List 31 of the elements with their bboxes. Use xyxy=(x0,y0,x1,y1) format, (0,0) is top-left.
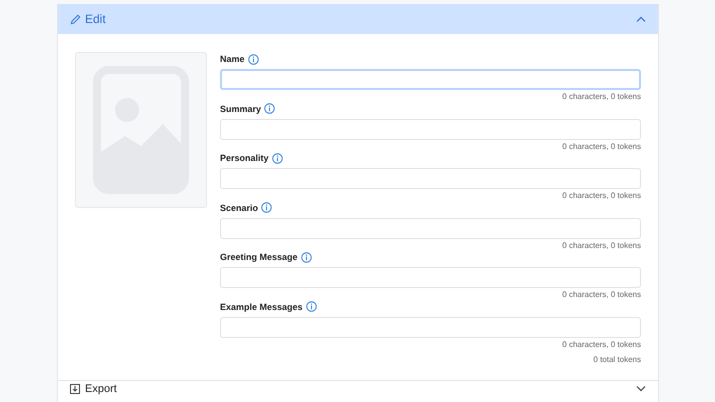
counter-text: 0 characters, 0 tokens xyxy=(562,191,641,200)
text-field[interactable] xyxy=(220,316,641,338)
field-label: Name xyxy=(220,54,245,64)
field-label: Personality xyxy=(220,153,269,163)
edit-section-header[interactable]: Edit xyxy=(58,4,658,34)
counter-text: 0 characters, 0 tokens xyxy=(562,142,641,150)
info-icon[interactable] xyxy=(248,54,259,64)
info-icon[interactable] xyxy=(264,103,276,114)
section-title[interactable]: Export xyxy=(85,383,631,395)
info-icon[interactable] xyxy=(272,152,283,164)
export-icon xyxy=(70,384,80,394)
total-tokens-text: 0 total tokens xyxy=(593,355,641,364)
field-label: Example Messages xyxy=(220,302,303,312)
counter-text: 0 characters, 0 tokens xyxy=(562,340,641,348)
text-field[interactable] xyxy=(220,69,641,90)
text-field[interactable] xyxy=(220,168,641,189)
counter-text: 0 characters, 0 tokens xyxy=(562,290,641,299)
text-field[interactable] xyxy=(220,218,641,238)
field-label: Summary xyxy=(220,104,262,114)
field-label: Scenario xyxy=(220,202,258,212)
counter-text: 0 characters, 0 tokens xyxy=(562,92,641,101)
info-icon[interactable] xyxy=(261,202,272,213)
info-icon[interactable] xyxy=(300,252,312,262)
section-title: Edit xyxy=(85,12,107,26)
text-field[interactable] xyxy=(220,267,641,288)
counter-text: 0 characters, 0 tokens xyxy=(562,240,641,250)
text-field[interactable] xyxy=(220,118,641,140)
chevron-icon[interactable] xyxy=(636,386,646,392)
field-label: Greeting Message xyxy=(220,252,298,262)
pencil-icon xyxy=(70,14,81,24)
info-icon[interactable] xyxy=(306,301,317,312)
